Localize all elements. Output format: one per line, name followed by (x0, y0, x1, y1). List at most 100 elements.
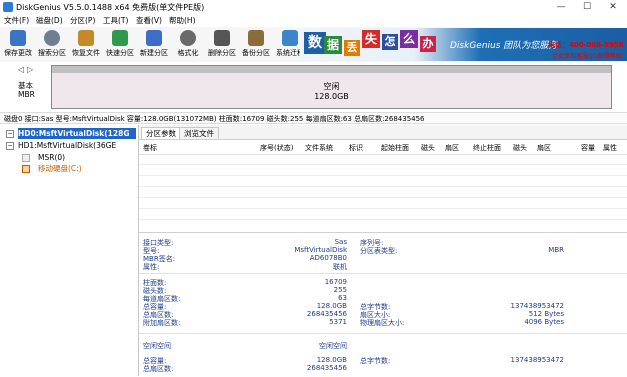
detail-label: 总扇区数: (143, 365, 174, 373)
detail-value: MsftVirtualDisk (294, 246, 347, 254)
delete-partition-icon (214, 30, 230, 46)
menu-file[interactable]: 文件(F) (4, 15, 29, 26)
tree-node-hd0[interactable]: HD0:MsftVirtualDisk(128G (18, 128, 136, 139)
detail-label: 空闲空间 (143, 342, 171, 350)
disk-details-panel: 接口类型: Sas 型号: MsftVirtualDisk MBR签名: AD6… (139, 232, 627, 377)
col-end-sector[interactable]: 扇区 (537, 143, 551, 153)
partition-table-header: 卷标 序号(状态) 文件系统 标识 起始柱面 磁头 扇区 终止柱面 磁头 扇区 … (139, 140, 627, 155)
col-start-sector[interactable]: 扇区 (445, 143, 459, 153)
tree-node-msr[interactable]: MSR(0) (38, 152, 65, 163)
minimize-button[interactable]: — (548, 0, 574, 14)
divider (139, 333, 627, 334)
tree-node-removable-c[interactable]: 移动硬盘(C:) (38, 163, 82, 174)
disk-map: ◁ ▷ 基本 MBR 空闲 128.0GB (0, 62, 627, 110)
delete-partition-button[interactable]: 删除分区 (205, 27, 239, 62)
detail-value: 63 (338, 294, 347, 302)
detail-value: 5371 (329, 318, 347, 326)
banner-phone: 电话：400-008-9958 (548, 41, 624, 49)
detail-label: 总字节数: (360, 357, 391, 365)
detail-label: 附加扇区数: (143, 319, 181, 327)
menu-disk[interactable]: 磁盘(D) (36, 15, 63, 26)
detail-value: 128.0GB (316, 356, 347, 364)
backup-partition-button[interactable]: 备份分区 (239, 27, 273, 62)
banner-char: 办 (420, 36, 436, 52)
window-title: DiskGenius V5.5.0.1488 x64 免费版(单文件PE版) (16, 3, 205, 12)
save-changes-button[interactable]: 保存更改 (1, 27, 35, 62)
detail-value: 137438953472 (510, 302, 564, 310)
detail-label: 属性: (143, 263, 160, 271)
col-capacity[interactable]: 容量 (581, 143, 595, 153)
banner-char: 怎 (382, 34, 398, 50)
col-id[interactable]: 标识 (349, 143, 363, 153)
detail-value: 4096 Bytes (524, 318, 564, 326)
partition-table-body[interactable] (139, 155, 627, 230)
detail-value: 16709 (324, 278, 347, 286)
detail-value: MBR (548, 246, 564, 254)
menu-partition[interactable]: 分区(P) (70, 15, 95, 26)
col-start-head[interactable]: 磁头 (421, 143, 435, 153)
col-end-cylinder[interactable]: 终止柱面 (473, 143, 501, 153)
menu-view[interactable]: 查看(V) (136, 15, 162, 26)
menu-help[interactable]: 帮助(H) (169, 15, 196, 26)
tab-bar: 分区参数 浏览文件 (139, 125, 627, 140)
system-migration-icon (282, 30, 298, 46)
quick-partition-icon (112, 30, 128, 46)
detail-value: 512 Bytes (528, 310, 564, 318)
col-filesystem[interactable]: 文件系统 (305, 143, 333, 153)
col-end-head[interactable]: 磁头 (513, 143, 527, 153)
banner-char: 失 (362, 30, 380, 48)
prev-disk-icon[interactable]: ◁ (18, 65, 24, 74)
partition-icon (22, 154, 30, 162)
search-icon (44, 30, 60, 46)
save-icon (10, 30, 26, 46)
partition-icon (22, 165, 30, 173)
divider (139, 273, 627, 274)
banner-char: 数 (304, 32, 326, 54)
maximize-button[interactable]: ☐ (574, 0, 600, 14)
detail-value: 128.0GB (316, 302, 347, 310)
collapse-icon[interactable]: − (6, 130, 14, 138)
search-partition-button[interactable]: 搜索分区 (35, 27, 69, 62)
disk-tree: − HD0:MsftVirtualDisk(128G − HD1:MsftVir… (0, 125, 139, 376)
ad-banner[interactable]: 数 据 丢 失 怎 么 办 DiskGenius 团队为您服务 电话：400-0… (300, 28, 627, 61)
detail-value: 空闲空间 (319, 342, 347, 350)
app-icon (3, 2, 13, 12)
tree-node-hd1[interactable]: HD1:MsftVirtualDisk(36GE (18, 140, 116, 151)
quick-partition-button[interactable]: 快速分区 (103, 27, 137, 62)
menu-bar: 文件(F) 磁盘(D) 分区(P) 工具(T) 查看(V) 帮助(H) (0, 14, 627, 28)
col-index-status[interactable]: 序号(状态) (260, 143, 293, 153)
banner-slogan: DiskGenius 团队为您服务 (450, 41, 558, 51)
col-attributes[interactable]: 属性 (603, 143, 617, 153)
new-partition-button[interactable]: 新建分区 (137, 27, 171, 62)
banner-qq-link[interactable]: 点此添加客服QQ获得帮助 (552, 51, 621, 60)
next-disk-icon[interactable]: ▷ (27, 65, 33, 74)
tab-partition-params[interactable]: 分区参数 (141, 127, 181, 139)
title-bar: DiskGenius V5.5.0.1488 x64 免费版(单文件PE版) —… (0, 0, 627, 15)
new-partition-icon (146, 30, 162, 46)
col-start-cylinder[interactable]: 起始柱面 (381, 143, 409, 153)
partition-size: 128.0GB (314, 92, 349, 101)
col-volume-label[interactable]: 卷标 (143, 143, 157, 153)
detail-label: 物理扇区大小: (360, 319, 405, 327)
detail-value: 255 (333, 286, 347, 294)
tab-browse-files[interactable]: 浏览文件 (179, 127, 219, 139)
detail-value: 268435456 (306, 364, 347, 372)
collapse-icon[interactable]: − (6, 142, 14, 150)
backup-partition-icon (248, 30, 264, 46)
partition-header-strip (52, 66, 611, 73)
detail-label: 分区表类型: (360, 247, 398, 255)
format-button[interactable]: 格式化 (171, 27, 205, 62)
detail-value: Sas (334, 238, 347, 246)
detail-value: 268435456 (306, 310, 347, 318)
menu-tools[interactable]: 工具(T) (103, 15, 128, 26)
detail-value: 联机 (333, 263, 347, 271)
recover-files-button[interactable]: 恢复文件 (69, 27, 103, 62)
banner-char: 丢 (344, 40, 360, 56)
close-button[interactable]: ✕ (600, 0, 626, 14)
detail-value: AD6078B0 (309, 254, 347, 262)
recover-file-icon (78, 30, 94, 46)
free-space-partition-block[interactable]: 空闲 128.0GB (51, 65, 612, 109)
disk-info-line: 磁盘0 接口:Sas 型号:MsftVirtualDisk 容量:128.0GB… (0, 112, 627, 124)
banner-char: 据 (324, 36, 342, 54)
partition-style-label: MBR (18, 90, 35, 99)
